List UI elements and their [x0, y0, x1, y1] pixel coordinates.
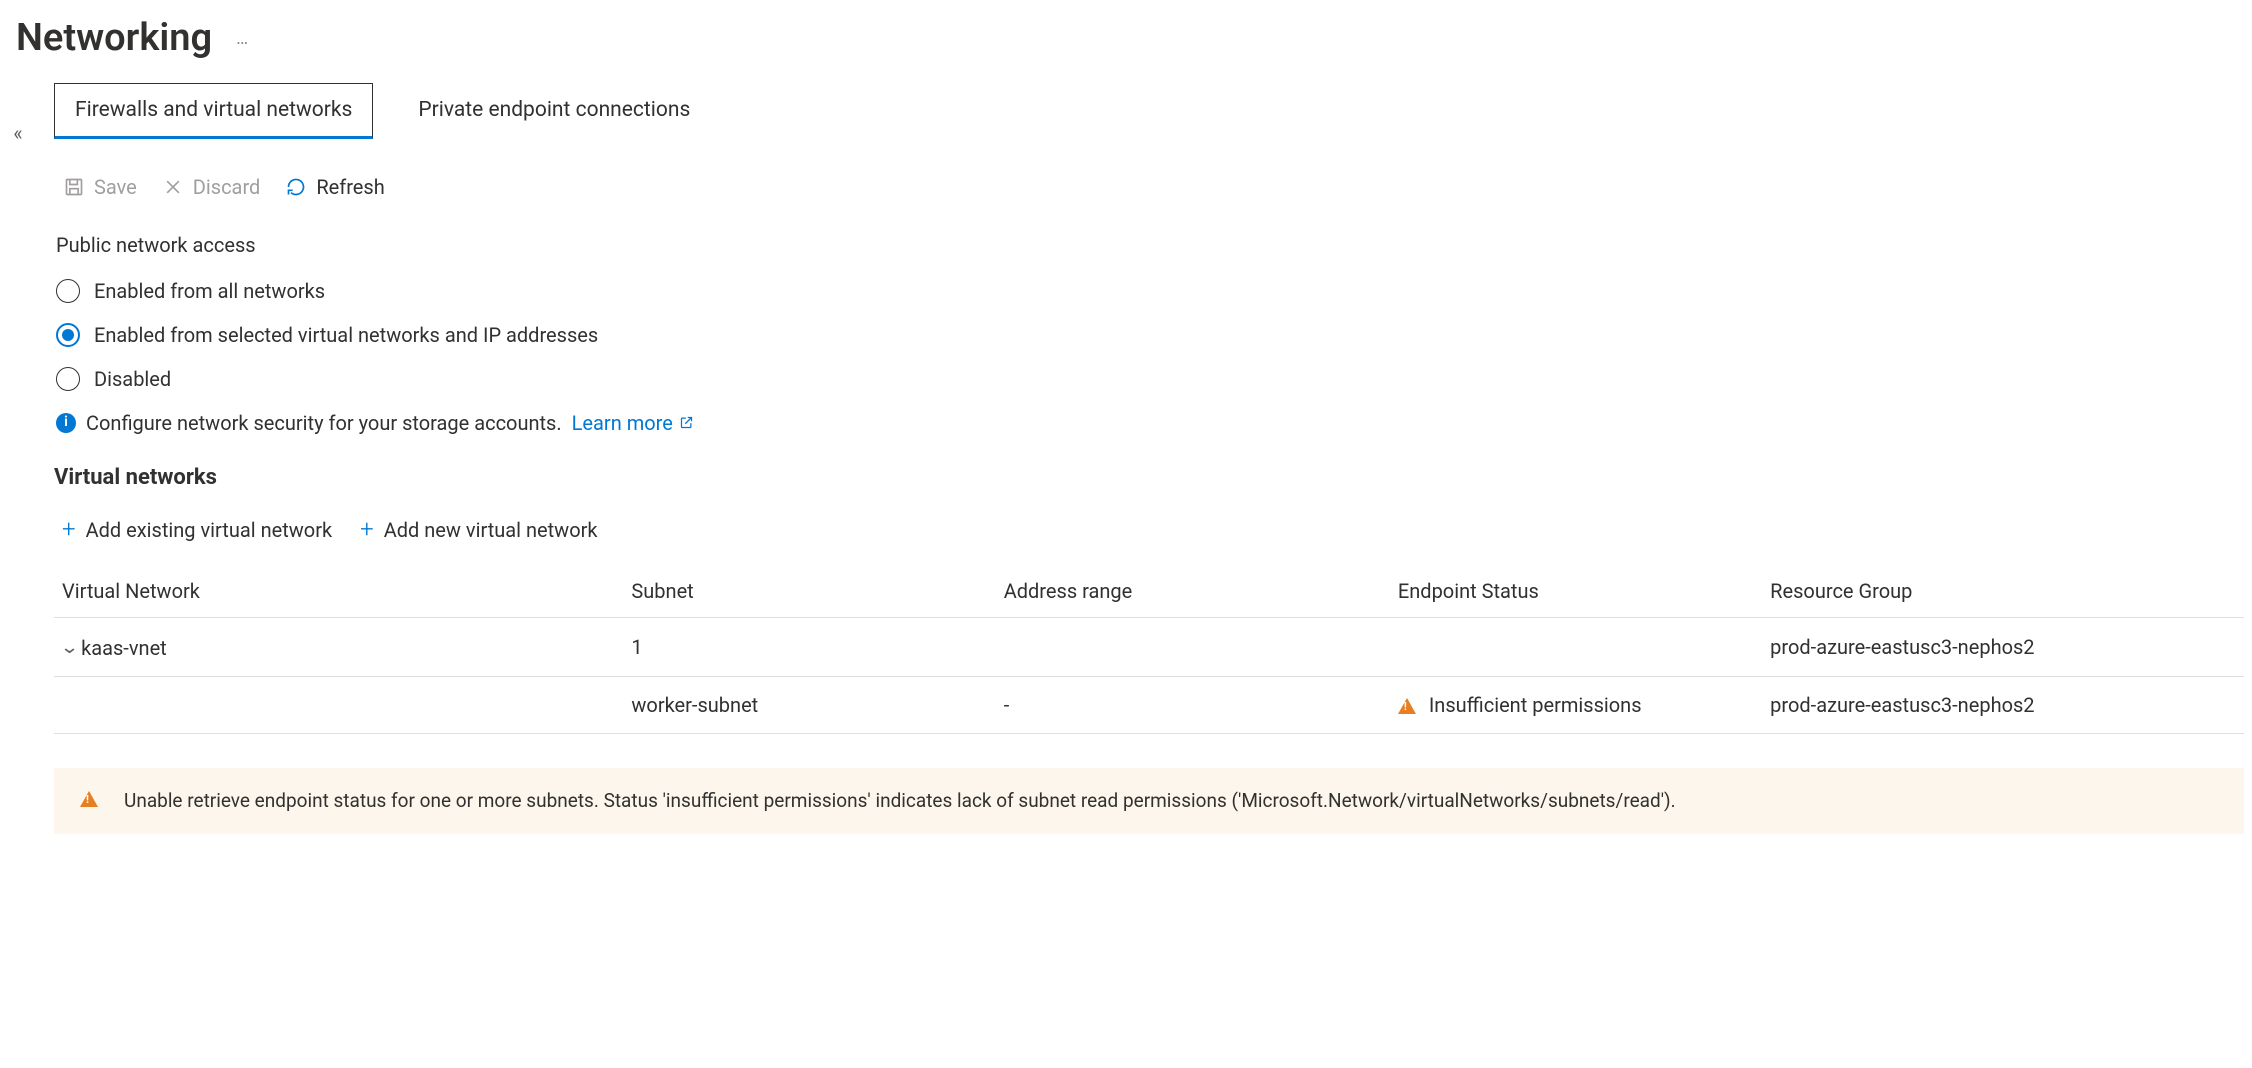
tab-strip: Firewalls and virtual networks Private e… [54, 83, 2244, 138]
virtual-networks-heading: Virtual networks [54, 463, 2244, 494]
add-existing-label: Add existing virtual network [86, 516, 333, 544]
tab-private-endpoints[interactable]: Private endpoint connections [397, 83, 711, 138]
table-row: ⌄ kaas-vnet 1 prod-azure-eastusc3-nephos… [54, 617, 2244, 676]
tab-firewalls[interactable]: Firewalls and virtual networks [54, 83, 373, 138]
alert-box: Unable retrieve endpoint status for one … [54, 768, 2244, 835]
table-header-row: Virtual Network Subnet Address range End… [54, 565, 2244, 618]
external-link-icon [679, 415, 694, 430]
radio-label: Disabled [94, 365, 171, 393]
page-title: Networking [16, 12, 212, 65]
radio-all-networks[interactable]: Enabled from all networks [56, 269, 2244, 313]
col-subnet[interactable]: Subnet [623, 565, 995, 618]
save-icon [64, 177, 84, 197]
col-endpoint-status[interactable]: Endpoint Status [1390, 565, 1762, 618]
radio-label: Enabled from all networks [94, 277, 325, 305]
radio-icon [56, 279, 80, 303]
toolbar: Save Discard Refresh [64, 173, 2244, 201]
close-icon [163, 177, 183, 197]
radio-label: Enabled from selected virtual networks a… [94, 321, 598, 349]
cell-endpoint-status [1390, 617, 1762, 676]
cell-resource-group: prod-azure-eastusc3-nephos2 [1762, 676, 2244, 733]
collapse-sidebar-button[interactable]: « [0, 83, 36, 874]
discard-button[interactable]: Discard [163, 173, 261, 201]
table-row: worker-subnet - Insufficient permissions… [54, 676, 2244, 733]
col-resource-group[interactable]: Resource Group [1762, 565, 2244, 618]
vnet-name: kaas-vnet [81, 634, 167, 662]
info-row: i Configure network security for your st… [56, 409, 2244, 437]
refresh-label: Refresh [316, 173, 384, 201]
refresh-icon [286, 177, 306, 197]
refresh-button[interactable]: Refresh [286, 173, 384, 201]
vnet-expand-toggle[interactable]: ⌄ kaas-vnet [62, 634, 167, 662]
add-links: + Add existing virtual network + Add new… [62, 513, 2244, 547]
cell-subnet: 1 [623, 617, 995, 676]
col-address-range[interactable]: Address range [996, 565, 1390, 618]
cell-vnet [54, 676, 623, 733]
info-text: Configure network security for your stor… [86, 409, 562, 437]
learn-more-link[interactable]: Learn more [572, 409, 694, 437]
virtual-networks-table: Virtual Network Subnet Address range End… [54, 565, 2244, 734]
plus-icon: + [360, 513, 374, 547]
more-icon[interactable]: … [236, 26, 250, 51]
info-icon: i [56, 413, 76, 433]
endpoint-status-text: Insufficient permissions [1429, 693, 1642, 717]
col-vnet[interactable]: Virtual Network [54, 565, 623, 618]
warning-icon [1398, 698, 1416, 714]
chevron-left-icon: « [13, 121, 22, 145]
radio-disabled[interactable]: Disabled [56, 357, 2244, 401]
learn-more-label: Learn more [572, 409, 673, 437]
plus-icon: + [62, 513, 76, 547]
public-access-radio-group: Enabled from all networks Enabled from s… [56, 269, 2244, 401]
radio-selected-networks[interactable]: Enabled from selected virtual networks a… [56, 313, 2244, 357]
cell-address-range [996, 617, 1390, 676]
save-label: Save [94, 173, 137, 201]
add-new-label: Add new virtual network [384, 516, 598, 544]
chevron-down-icon: ⌄ [60, 635, 80, 660]
warning-icon [80, 791, 98, 807]
cell-resource-group: prod-azure-eastusc3-nephos2 [1762, 617, 2244, 676]
add-new-vnet-button[interactable]: + Add new virtual network [360, 513, 597, 547]
public-access-label: Public network access [56, 231, 2244, 259]
add-existing-vnet-button[interactable]: + Add existing virtual network [62, 513, 332, 547]
save-button[interactable]: Save [64, 173, 137, 201]
discard-label: Discard [193, 173, 261, 201]
radio-icon [56, 323, 80, 347]
cell-subnet: worker-subnet [623, 676, 995, 733]
cell-endpoint-status: Insufficient permissions [1390, 676, 1762, 733]
radio-icon [56, 367, 80, 391]
alert-text: Unable retrieve endpoint status for one … [124, 788, 1676, 815]
cell-address-range: - [996, 676, 1390, 733]
